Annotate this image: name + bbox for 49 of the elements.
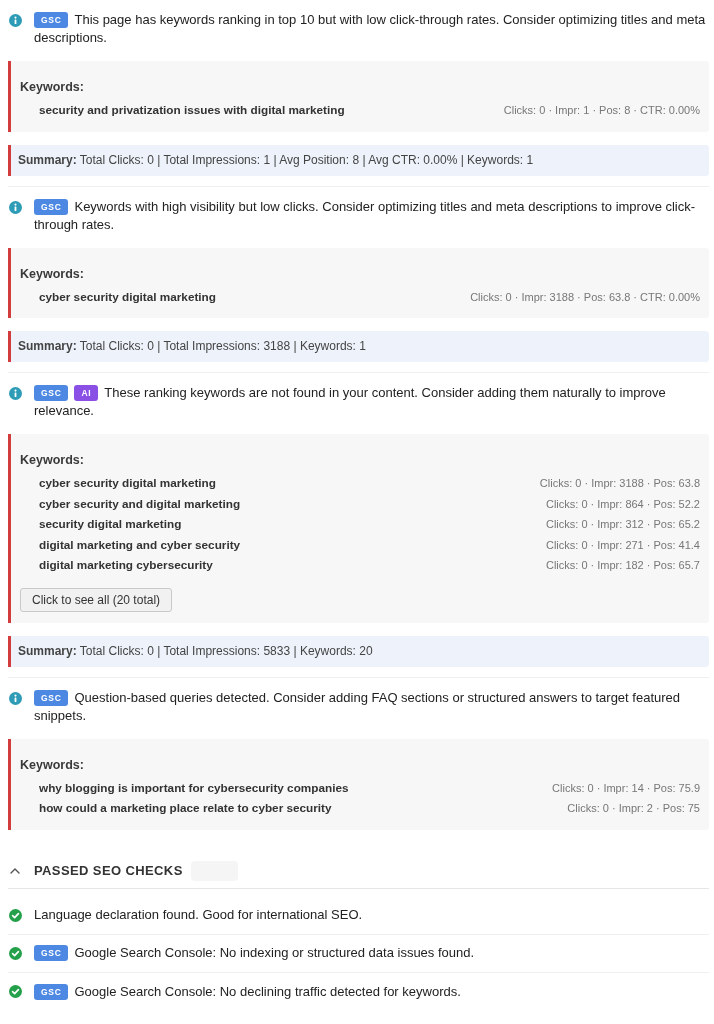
- chevron-icon[interactable]: [10, 868, 20, 874]
- check-message: GSC Google Search Console: No declining traffic detected for keywords.: [34, 982, 709, 1001]
- source-tag: GSC: [34, 198, 69, 215]
- keyword-stats: Clicks: 0 · Impr: 312 · Pos: 65.2: [545, 517, 700, 532]
- source-tag: GSC: [34, 689, 69, 706]
- keyword-stats: Clicks: 0 · Impr: 864 · Pos: 52.2: [545, 496, 700, 512]
- keyword-text: security digital marketing: [39, 516, 182, 533]
- keyword-text: why blogging is important for cybersecurity companies: [39, 779, 349, 796]
- issue-message: GSC AI These ranking keywords are not found in your content. Consider adding them naturally to improve relevance.: [34, 384, 667, 420]
- info-icon: [9, 14, 22, 27]
- keyword-stats: Clicks: 0 · Impr: 182 · Pos: 65.7: [545, 558, 700, 573]
- source-tag: GSC: [34, 983, 69, 1000]
- info-icon: [9, 200, 22, 214]
- summary-text: Summary: Total Clicks: 0 | Total Impressions: 3188 | Keywords: 1: [18, 339, 366, 353]
- keyword-stats: Clicks: 0 · Impr: 3188 · Pos: 63.8: [539, 476, 700, 491]
- keyword-stats: Clicks: 0 · Impr: 3188 · Pos: 63.8 · CTR: 0.00%: [470, 289, 700, 305]
- keyword-text: digital marketing and cyber security: [39, 536, 241, 553]
- info-icon: [9, 387, 22, 400]
- check-circle-icon: [9, 946, 22, 960]
- keyword-text: cyber security and digital marketing: [39, 495, 241, 512]
- source-tag: GSC: [34, 12, 69, 28]
- source-tag: GSC: [34, 945, 69, 961]
- see-all-button[interactable]: Click to see all (20 total): [20, 587, 173, 612]
- summary-text: Summary: Total Clicks: 0 | Total Impressions: 5833 | Keywords: 20: [18, 643, 373, 658]
- keyword-text: digital marketing cybersecurity: [39, 557, 213, 574]
- check-message: Language declaration found. Good for international SEO.: [34, 906, 364, 924]
- info-icon: [9, 691, 22, 705]
- section-title: PASSED SEO CHECKS: [34, 862, 183, 881]
- issue-message: GSC Keywords with high visibility but low clicks. Consider optimizing titles and meta descriptions to improve click-through rates.: [34, 197, 697, 234]
- ai-tag: AI: [74, 385, 99, 401]
- issue-message: GSC Question-based queries detected. Consider adding FAQ sections or structured answers to target featured snippets.: [34, 688, 682, 725]
- keyword-stats: Clicks: 0 · Impr: 1 · Pos: 8 · CTR: 0.00%: [503, 103, 700, 118]
- issue-message: GSC This page has keywords ranking in top 10 but with low click-through rates. Consider optimizing titles and meta descriptions.: [34, 11, 707, 47]
- summary-text: Summary: Total Clicks: 0 | Total Impressions: 1 | Avg Position: 8 | Avg CTR: 0.00% | Keywords: 1: [18, 152, 534, 167]
- keyword-text: security and privatization issues with digital marketing: [39, 102, 345, 119]
- keyword-text: how could a marketing place relate to cyber security: [39, 800, 332, 817]
- check-circle-icon: [9, 985, 22, 998]
- keywords-label: Keywords:: [20, 79, 85, 96]
- keywords-label: Keywords:: [20, 756, 85, 774]
- check-circle-icon: [9, 908, 22, 922]
- source-tag: GSC: [34, 385, 69, 401]
- keyword-text: cyber security digital marketing: [39, 288, 216, 305]
- keywords-label: Keywords:: [20, 265, 85, 283]
- keyword-stats: Clicks: 0 · Impr: 271 · Pos: 41.4: [545, 537, 700, 553]
- keyword-stats: Clicks: 0 · Impr: 14 · Pos: 75.9: [552, 780, 700, 796]
- keywords-label: Keywords:: [20, 452, 85, 469]
- keyword-stats: Clicks: 0 · Impr: 2 · Pos: 75: [567, 801, 700, 816]
- keyword-text: cyber security digital marketing: [39, 475, 216, 492]
- check-message: GSC Google Search Console: No indexing or structured data issues found.: [34, 944, 709, 962]
